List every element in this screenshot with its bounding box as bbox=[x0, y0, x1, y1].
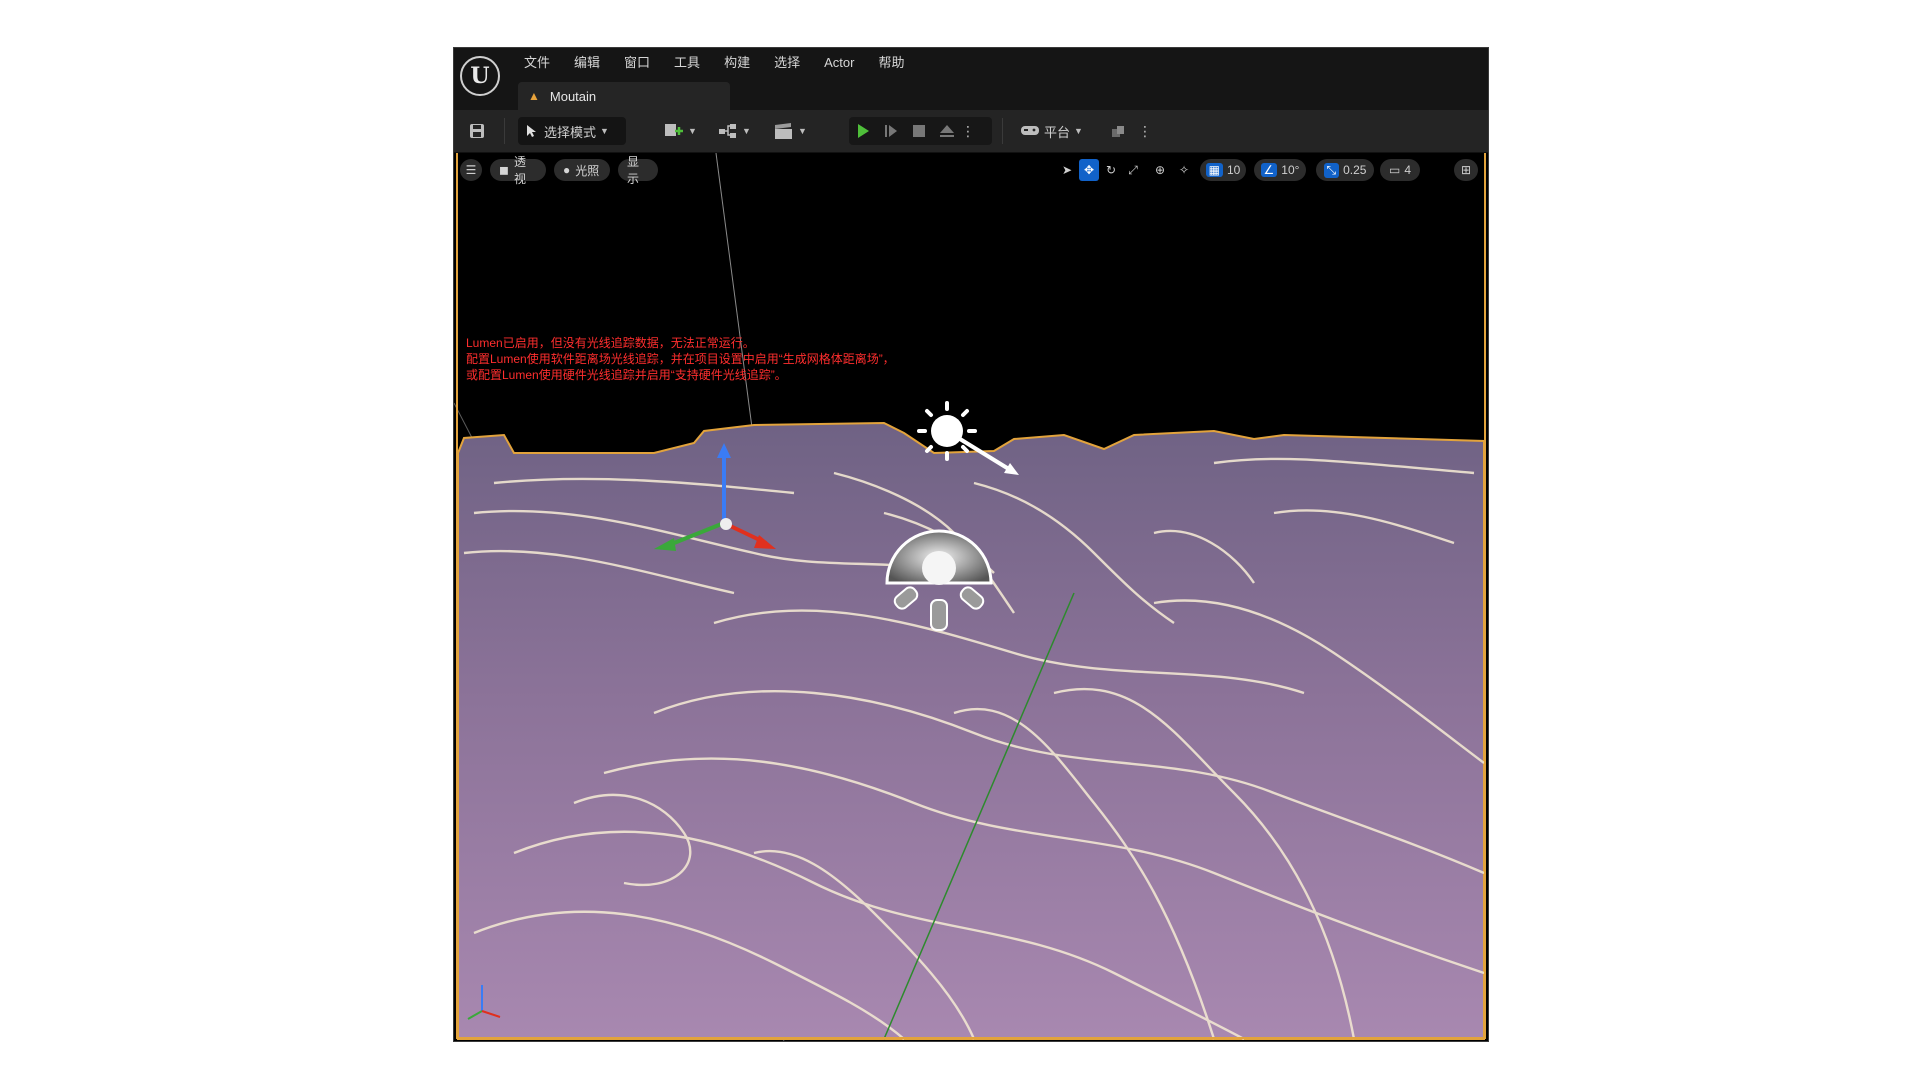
rotate-icon: ↻ bbox=[1105, 163, 1117, 177]
title-bar: U 文件 编辑 窗口 工具 构建 选择 Actor 帮助 ▲ Moutain bbox=[454, 48, 1488, 110]
chevron-down-icon: ▼ bbox=[798, 126, 807, 136]
cube-icon: ◼ bbox=[499, 163, 509, 177]
more-vertical-icon: ⋮ bbox=[961, 122, 975, 139]
add-actor-button[interactable]: ▼ bbox=[664, 117, 697, 145]
level-tab[interactable]: ▲ Moutain bbox=[518, 82, 730, 110]
play-options-button[interactable]: ⋮ bbox=[961, 117, 975, 145]
scale-snap-button[interactable]: ⤡ 0.25 bbox=[1316, 159, 1374, 181]
menu-actor[interactable]: Actor bbox=[812, 52, 866, 74]
logo-glyph: U bbox=[470, 63, 490, 89]
surface-snap-icon: ✧ bbox=[1178, 163, 1190, 177]
platforms-label: 平台 bbox=[1044, 124, 1071, 140]
menu-build[interactable]: 构建 bbox=[712, 52, 762, 74]
world-space-button[interactable]: ⊕ bbox=[1150, 159, 1170, 181]
rotation-snap-value: 10° bbox=[1281, 163, 1300, 177]
perspective-label: 透视 bbox=[513, 155, 526, 186]
angle-icon: ∠ bbox=[1260, 163, 1278, 177]
globe-icon: ⊕ bbox=[1154, 163, 1166, 177]
platforms-button[interactable]: 平台 ▼ bbox=[1020, 117, 1083, 145]
blueprint-button[interactable]: ▼ bbox=[718, 117, 751, 145]
viewport-layout-button[interactable]: ⊞ bbox=[1454, 159, 1478, 181]
mode-select-label: 选择模式 bbox=[544, 124, 597, 140]
play-controls: ⋮ bbox=[849, 117, 992, 145]
cursor-icon: ➤ bbox=[1061, 163, 1073, 177]
select-mode-icon bbox=[527, 125, 536, 137]
main-toolbar: 选择模式 ▼ ▼ ▼ ▼ ⋮ 平台 ▼ ⋮ bbox=[454, 110, 1488, 153]
grid-icon: ▦ bbox=[1205, 163, 1223, 177]
blueprint-icon bbox=[719, 124, 736, 138]
menu-bar: 文件 编辑 窗口 工具 构建 选择 Actor 帮助 bbox=[512, 52, 916, 74]
play-button[interactable] bbox=[849, 117, 877, 145]
cinematics-button[interactable]: ▼ bbox=[774, 117, 807, 145]
gamepad-icon bbox=[1021, 126, 1039, 135]
level-icon: ▲ bbox=[528, 89, 540, 103]
scale-icon: ⤢ bbox=[1128, 162, 1138, 177]
eject-button[interactable] bbox=[933, 117, 961, 145]
menu-window[interactable]: 窗口 bbox=[612, 52, 662, 74]
toolbar-separator bbox=[504, 118, 505, 144]
scale-tool-button[interactable]: ⤢ bbox=[1123, 159, 1143, 181]
menu-tools[interactable]: 工具 bbox=[662, 52, 712, 74]
grid-snap-value: 10 bbox=[1226, 163, 1241, 177]
chevron-down-icon: ▼ bbox=[742, 126, 751, 136]
level-viewport[interactable]: ☰ ◼ 透视 ● 光照 显示 ➤ ✥ ↻ ⤢ ⊕ ✧ ▦ 10 ∠ 10° ⤡ … bbox=[454, 153, 1488, 1041]
warning-line: 配置Lumen使用软件距离场光线追踪，并在项目设置中启用“生成网格体距离场”， bbox=[466, 352, 895, 366]
surface-snap-button[interactable]: ✧ bbox=[1174, 159, 1194, 181]
viewport-menu-button[interactable]: ☰ bbox=[460, 159, 482, 181]
perspective-button[interactable]: ◼ 透视 bbox=[490, 155, 546, 186]
more-vertical-icon: ⋮ bbox=[1138, 122, 1152, 139]
clapperboard-icon bbox=[775, 123, 792, 139]
unreal-editor-window: U 文件 编辑 窗口 工具 构建 选择 Actor 帮助 ▲ Moutain 选… bbox=[453, 47, 1489, 1042]
unreal-logo-icon[interactable]: U bbox=[460, 56, 500, 96]
eject-icon bbox=[940, 125, 954, 137]
settings-icon bbox=[1112, 126, 1124, 137]
chevron-down-icon: ▼ bbox=[1074, 126, 1083, 136]
scale-snap-icon: ⤡ bbox=[1323, 162, 1340, 178]
toolbar-separator bbox=[1002, 118, 1003, 144]
advance-frame-button[interactable] bbox=[877, 117, 905, 145]
menu-edit[interactable]: 编辑 bbox=[562, 52, 612, 74]
level-tab-label: Moutain bbox=[549, 88, 597, 104]
camera-speed-value: 4 bbox=[1404, 163, 1412, 177]
chevron-down-icon: ▼ bbox=[600, 126, 609, 136]
warning-line: 或配置Lumen使用硬件光线追踪并启用“支持硬件光线追踪”。 bbox=[466, 368, 787, 382]
chevron-down-icon: ▼ bbox=[688, 126, 697, 136]
lighting-sphere-icon: ● bbox=[563, 163, 571, 177]
select-tool-button[interactable]: ➤ bbox=[1057, 159, 1077, 181]
settings-button[interactable] bbox=[1110, 117, 1126, 145]
show-label: 显示 bbox=[627, 155, 640, 186]
layout-grid-icon: ⊞ bbox=[1460, 163, 1472, 177]
menu-file[interactable]: 文件 bbox=[512, 52, 562, 74]
grid-snap-button[interactable]: ▦ 10 bbox=[1200, 159, 1246, 181]
stop-icon bbox=[913, 125, 925, 137]
view-mode-button[interactable]: ● 光照 bbox=[554, 159, 610, 181]
save-icon bbox=[470, 124, 484, 138]
menu-help[interactable]: 帮助 bbox=[866, 52, 916, 74]
lighting-label: 光照 bbox=[575, 163, 600, 178]
menu-select[interactable]: 选择 bbox=[762, 52, 812, 74]
save-button[interactable] bbox=[464, 117, 490, 145]
stop-button[interactable] bbox=[905, 117, 933, 145]
terrain-scene bbox=[454, 153, 1488, 1041]
mode-select-dropdown[interactable]: 选择模式 ▼ bbox=[518, 117, 626, 145]
move-icon: ✥ bbox=[1083, 163, 1095, 177]
hamburger-icon: ☰ bbox=[465, 163, 477, 177]
scale-snap-value: 0.25 bbox=[1343, 163, 1367, 177]
camera-speed-button[interactable]: ▭ 4 bbox=[1380, 159, 1420, 181]
rotation-snap-button[interactable]: ∠ 10° bbox=[1254, 159, 1306, 181]
warning-line: Lumen已启用，但没有光线追踪数据，无法正常运行。 bbox=[466, 336, 755, 350]
toolbar-more-button[interactable]: ⋮ bbox=[1138, 117, 1152, 145]
add-actor-icon bbox=[665, 124, 683, 136]
lumen-warning-message: Lumen已启用，但没有光线追踪数据，无法正常运行。 配置Lumen使用软件距离… bbox=[466, 335, 895, 383]
rotate-tool-button[interactable]: ↻ bbox=[1101, 159, 1121, 181]
step-icon bbox=[885, 125, 897, 137]
play-icon bbox=[858, 124, 869, 138]
camera-icon: ▭ bbox=[1388, 163, 1401, 177]
translate-tool-button[interactable]: ✥ bbox=[1079, 159, 1099, 181]
show-button[interactable]: 显示 bbox=[618, 155, 658, 186]
